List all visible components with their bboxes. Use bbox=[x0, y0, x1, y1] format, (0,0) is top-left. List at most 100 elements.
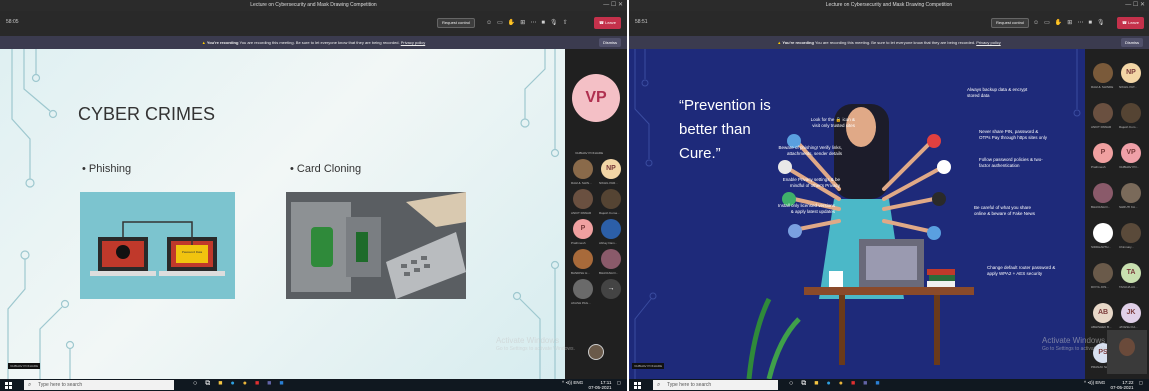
clock[interactable]: 17:22 07-05-2021 bbox=[1110, 380, 1133, 390]
participant-avatar[interactable]: NP bbox=[1121, 63, 1141, 83]
window-titlebar: Lecture on Cybersecurity and Mask Drawin… bbox=[0, 0, 627, 11]
chrome-icon[interactable]: ● bbox=[243, 380, 255, 387]
window-controls[interactable]: — ☐ ✕ bbox=[1125, 0, 1145, 11]
taskbar-search-box[interactable]: ⌕ Type here to search bbox=[24, 380, 174, 390]
task-view-icon[interactable]: ⧉ bbox=[205, 380, 218, 387]
slide-title: CYBER CRIMES bbox=[78, 104, 216, 124]
participant-avatar[interactable]: P bbox=[1093, 143, 1113, 163]
bottom-name-label: VAIBHAV POKHARE bbox=[8, 363, 41, 369]
mail-icon[interactable]: ■ bbox=[279, 380, 291, 387]
language-indicator[interactable]: ENG bbox=[1095, 380, 1105, 385]
file-explorer-icon[interactable]: ■ bbox=[218, 380, 230, 387]
participant-avatar[interactable] bbox=[601, 219, 621, 239]
people-icon[interactable]: ☺ bbox=[1033, 20, 1044, 26]
leave-label: Leave bbox=[605, 20, 616, 25]
participant-avatar[interactable] bbox=[601, 189, 621, 209]
raise-hand-icon[interactable]: ✋ bbox=[508, 20, 520, 26]
participant-avatar[interactable] bbox=[1121, 223, 1141, 243]
system-tray[interactable]: ^ ⊲)) ENG 17:22 07-05-2021 ▢ bbox=[1084, 380, 1143, 390]
participant-avatar[interactable] bbox=[573, 279, 593, 299]
teams-icon[interactable]: ■ bbox=[267, 380, 279, 387]
edge-icon[interactable]: ● bbox=[230, 380, 242, 387]
dismiss-button[interactable]: Dismiss bbox=[599, 38, 621, 47]
participant-avatar[interactable]: AB bbox=[1093, 303, 1113, 323]
mail-icon[interactable]: ■ bbox=[875, 380, 887, 387]
teams-icon[interactable]: ■ bbox=[863, 380, 875, 387]
taskbar-search-placeholder: Type here to search bbox=[38, 382, 83, 388]
participant-avatar[interactable]: JK bbox=[1121, 303, 1141, 323]
rooms-icon[interactable]: ⊞ bbox=[1067, 20, 1077, 26]
participant-avatar[interactable] bbox=[573, 159, 593, 179]
participant-avatar[interactable] bbox=[1093, 103, 1113, 123]
notification-icon[interactable]: ▢ bbox=[617, 380, 621, 385]
participant-avatar[interactable] bbox=[573, 249, 593, 269]
participant-name: ANKIT PAWAR bbox=[571, 211, 592, 215]
raise-hand-icon[interactable]: ✋ bbox=[1055, 20, 1067, 26]
meeting-toolbar: 58:51 Request control ☺▭✋⊞⋯■🎙 ☎ Leave bbox=[629, 11, 1149, 36]
rooms-icon[interactable]: ⊞ bbox=[520, 20, 530, 26]
presenter-avatar[interactable]: VP bbox=[572, 74, 620, 122]
self-video-thumbnail[interactable] bbox=[588, 344, 604, 360]
file-explorer-icon[interactable]: ■ bbox=[814, 380, 826, 387]
taskbar-apps[interactable]: ○⧉■●●■■■ bbox=[789, 380, 888, 388]
chat-icon[interactable]: ▭ bbox=[497, 20, 508, 26]
notification-icon[interactable]: ▢ bbox=[1139, 380, 1143, 385]
more-icon[interactable]: ⋯ bbox=[530, 20, 541, 26]
participant-avatar[interactable]: P bbox=[573, 219, 593, 239]
participant-avatar[interactable]: TA bbox=[1121, 263, 1141, 283]
participant-avatar[interactable] bbox=[1093, 263, 1113, 283]
toolbar-icons[interactable]: ☺▭✋⊞⋯■🎙⇧ bbox=[486, 19, 573, 26]
cortana-icon[interactable]: ○ bbox=[789, 380, 801, 387]
participant-avatar[interactable] bbox=[1093, 63, 1113, 83]
window-controls[interactable]: — ☐ ✕ bbox=[603, 0, 623, 11]
taskbar-apps[interactable]: ○⧉■●●■■■ bbox=[193, 380, 292, 388]
participant-avatar[interactable] bbox=[1121, 103, 1141, 123]
language-indicator[interactable]: ENG bbox=[573, 380, 583, 385]
edge-icon[interactable]: ● bbox=[826, 380, 838, 387]
windows-start-icon[interactable] bbox=[5, 382, 12, 389]
task-view-icon[interactable]: ⧉ bbox=[801, 380, 814, 387]
camera-icon[interactable]: ■ bbox=[1088, 20, 1097, 26]
participant-avatar[interactable] bbox=[1093, 183, 1113, 203]
participant-avatar[interactable] bbox=[601, 249, 621, 269]
mic-icon[interactable]: 🎙 bbox=[550, 20, 563, 26]
taskbar-search-box[interactable]: ⌕ Type here to search bbox=[653, 380, 778, 390]
bottom-name-label: VAIBHAV POKHARE bbox=[632, 363, 665, 369]
window-titlebar: Lecture on Cybersecurity and Mask Drawin… bbox=[629, 0, 1149, 11]
participant-avatar[interactable] bbox=[1121, 183, 1141, 203]
participant-name: Rajesh Kum... bbox=[1119, 125, 1138, 129]
leave-button[interactable]: ☎ Leave bbox=[1117, 17, 1144, 29]
share-icon[interactable]: ⇧ bbox=[563, 20, 573, 26]
participant-avatar[interactable] bbox=[1093, 223, 1113, 243]
clock[interactable]: 17:11 07-05-2021 bbox=[588, 380, 611, 390]
people-icon[interactable]: ☺ bbox=[486, 20, 497, 26]
cortana-icon[interactable]: ○ bbox=[193, 380, 205, 387]
taskbar-search-placeholder: Type here to search bbox=[667, 382, 712, 388]
participant-avatar[interactable] bbox=[573, 189, 593, 209]
participant-avatar[interactable]: VP bbox=[1121, 143, 1141, 163]
mic-icon[interactable]: 🎙 bbox=[1097, 20, 1110, 26]
windows-start-icon[interactable] bbox=[634, 382, 641, 389]
system-tray[interactable]: ^ ⊲)) ENG 17:11 07-05-2021 ▢ bbox=[562, 380, 621, 390]
participant-name: BHAVANA D... bbox=[1091, 205, 1111, 209]
pdf-icon[interactable]: ■ bbox=[851, 380, 863, 387]
participant-name: RAHUL SHINDE bbox=[1091, 85, 1114, 89]
self-video-thumbnail[interactable] bbox=[1107, 330, 1147, 374]
phish-sign-label: Password Data bbox=[181, 250, 203, 254]
card-cloning-photo bbox=[286, 192, 466, 299]
chrome-icon[interactable]: ● bbox=[839, 380, 851, 387]
toolbar-icons[interactable]: ☺▭✋⊞⋯■🎙 bbox=[1033, 19, 1110, 26]
participant-avatar[interactable]: NP bbox=[601, 159, 621, 179]
leave-button[interactable]: ☎ Leave bbox=[594, 17, 621, 29]
more-icon[interactable]: ⋯ bbox=[1077, 20, 1088, 26]
screenshot-left: Lecture on Cybersecurity and Mask Drawin… bbox=[0, 0, 627, 391]
request-control-button[interactable]: Request control bbox=[991, 18, 1030, 28]
more-participants-button[interactable]: → bbox=[601, 279, 621, 299]
pdf-icon[interactable]: ■ bbox=[255, 380, 267, 387]
request-control-button[interactable]: Request control bbox=[437, 18, 476, 28]
dismiss-button[interactable]: Dismiss bbox=[1121, 38, 1143, 47]
privacy-policy-link[interactable]: Privacy policy bbox=[401, 40, 425, 45]
chat-icon[interactable]: ▭ bbox=[1044, 20, 1055, 26]
camera-icon[interactable]: ■ bbox=[541, 20, 550, 26]
privacy-policy-link[interactable]: Privacy policy bbox=[976, 40, 1000, 45]
